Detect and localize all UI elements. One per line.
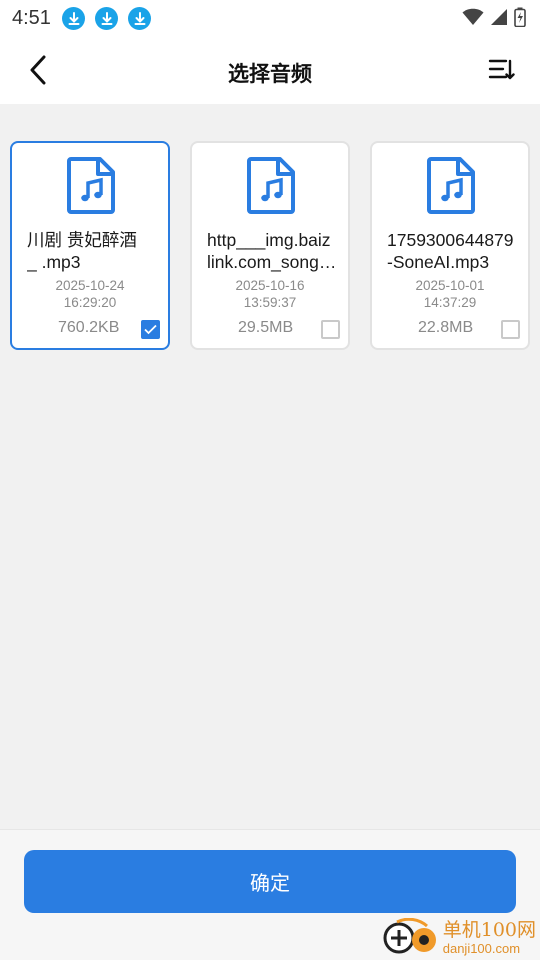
file-name: 川剧 贵妃醉酒 _ .mp3	[27, 230, 137, 272]
audio-file-icon	[427, 157, 475, 214]
system-icons	[462, 7, 526, 27]
file-name: 1759300644879 -SoneAI.mp3	[387, 230, 514, 272]
bottom-bar: 确定 单机100网 danji100.com	[0, 829, 540, 960]
file-date: 2025-10-01 14:37:29	[415, 278, 485, 310]
sort-button[interactable]	[482, 50, 522, 90]
checkbox-checked[interactable]	[141, 320, 160, 339]
checkbox-unchecked[interactable]	[501, 320, 520, 339]
watermark-domain: danji100.com	[442, 941, 521, 956]
checkbox-unchecked[interactable]	[321, 320, 340, 339]
checkmark-icon	[144, 324, 157, 335]
title-bar: 选择音频	[0, 36, 540, 104]
watermark-title: 单机100网	[442, 919, 536, 941]
watermark: 单机100网 danji100.com	[379, 918, 536, 958]
audio-file-icon	[67, 157, 115, 214]
wifi-icon	[462, 8, 484, 26]
file-size: 29.5MB	[238, 319, 294, 336]
file-size: 22.8MB	[418, 319, 474, 336]
signal-icon	[491, 9, 507, 25]
sort-icon	[488, 59, 515, 80]
download-icon	[62, 7, 85, 30]
audio-file-grid: 川剧 贵妃醉酒 _ .mp3 2025-10-24 16:29:20 760.2…	[10, 141, 530, 350]
download-icon	[128, 7, 151, 30]
file-card[interactable]: http___img.baiz link.com_song… 2025-10-1…	[190, 141, 350, 350]
audio-file-icon	[247, 157, 295, 214]
page-title: 选择音频	[228, 63, 312, 86]
file-card[interactable]: 川剧 贵妃醉酒 _ .mp3 2025-10-24 16:29:20 760.2…	[10, 141, 170, 350]
file-size: 760.2KB	[58, 319, 120, 336]
file-card[interactable]: 1759300644879 -SoneAI.mp3 2025-10-01 14:…	[370, 141, 530, 350]
file-name: http___img.baiz link.com_song…	[207, 230, 337, 272]
battery-charging-icon	[514, 7, 526, 27]
download-icon	[95, 7, 118, 30]
file-date: 2025-10-24 16:29:20	[55, 278, 125, 310]
status-bar: 4:51	[0, 0, 540, 36]
confirm-button[interactable]: 确定	[24, 850, 516, 913]
status-time: 4:51	[12, 7, 51, 29]
file-date: 2025-10-16 13:59:37	[235, 278, 305, 310]
site-logo-icon	[383, 918, 436, 954]
